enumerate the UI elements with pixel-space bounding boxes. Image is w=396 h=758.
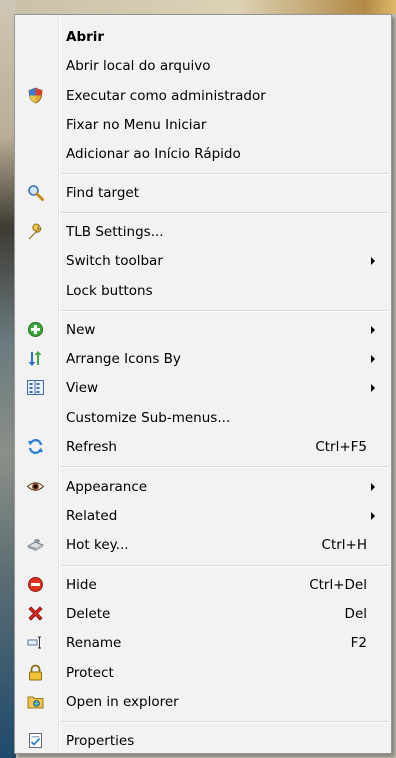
menu-item-label: Properties	[66, 732, 135, 749]
submenu-arrow-icon	[371, 355, 375, 363]
menu-item-shortcut: Ctrl+Del	[309, 576, 367, 593]
menu-item-appearance[interactable]: Appearance	[17, 472, 389, 501]
menu-item-tlb-settings[interactable]: TLB Settings...	[17, 217, 389, 246]
menu-item-label: Executar como administrador	[66, 87, 266, 104]
menu-item-new[interactable]: New	[17, 315, 389, 344]
submenu-arrow-icon	[371, 257, 375, 265]
hotkey-icon	[26, 536, 45, 553]
menu-item-label: Refresh	[66, 438, 117, 455]
menu-item-delete[interactable]: Delete Del	[17, 599, 389, 628]
menu-item-label: Lock buttons	[66, 282, 153, 299]
menu-item-find-target[interactable]: Find target	[17, 178, 389, 207]
properties-icon	[27, 732, 44, 749]
menu-item-adicionar-inicio-rapido[interactable]: Adicionar ao Início Rápido	[17, 139, 389, 168]
menu-item-label: Adicionar ao Início Rápido	[66, 145, 241, 162]
menu-item-lock-buttons[interactable]: Lock buttons	[17, 276, 389, 305]
menu-item-view[interactable]: View	[17, 373, 389, 402]
menu-item-label: View	[66, 379, 99, 396]
menu-item-label: New	[66, 321, 96, 338]
menu-item-hot-key[interactable]: Hot key... Ctrl+H	[17, 530, 389, 559]
menu-item-label: Hot key...	[66, 536, 129, 553]
view-grid-icon	[27, 379, 44, 396]
padlock-icon	[27, 664, 44, 681]
menu-item-label: Switch toolbar	[66, 252, 163, 269]
menu-item-arrange-icons-by[interactable]: Arrange Icons By	[17, 344, 389, 373]
menu-item-label: Abrir	[66, 28, 105, 45]
menu-item-label: Arrange Icons By	[66, 350, 181, 367]
shield-icon	[27, 87, 44, 104]
submenu-arrow-icon	[371, 384, 375, 392]
menu-item-label: Fixar no Menu Iniciar	[66, 116, 207, 133]
menu-item-label: Protect	[66, 664, 114, 681]
menu-item-rename[interactable]: Rename F2	[17, 628, 389, 657]
menu-item-label: Customize Sub-menus...	[66, 409, 231, 426]
red-x-icon	[27, 605, 44, 622]
menu-item-shortcut: Ctrl+F5	[315, 438, 367, 455]
menu-item-label: Related	[66, 507, 118, 524]
menu-separator	[61, 565, 389, 567]
wrench-icon	[27, 223, 44, 240]
menu-item-label: Find target	[66, 184, 139, 201]
menu-item-label: Hide	[66, 576, 97, 593]
magnifier-icon	[27, 184, 44, 201]
menu-item-protect[interactable]: Protect	[17, 658, 389, 687]
menu-item-abrir[interactable]: Abrir	[17, 22, 389, 51]
eye-icon	[26, 478, 45, 495]
submenu-arrow-icon	[371, 326, 375, 334]
menu-separator	[61, 721, 389, 723]
menu-separator	[61, 212, 389, 214]
menu-item-label: Appearance	[66, 478, 148, 495]
sort-arrows-icon	[27, 350, 44, 367]
rename-icon	[27, 634, 44, 651]
menu-item-hide[interactable]: Hide Ctrl+Del	[17, 570, 389, 599]
menu-item-label: Open in explorer	[66, 693, 179, 710]
menu-item-shortcut: F2	[350, 634, 367, 651]
green-plus-icon	[27, 321, 44, 338]
submenu-arrow-icon	[371, 512, 375, 520]
menu-item-label: Abrir local do arquivo	[66, 57, 211, 74]
menu-item-label: TLB Settings...	[66, 223, 164, 240]
menu-item-label: Rename	[66, 634, 122, 651]
menu-item-executar-como-administrador[interactable]: Executar como administrador	[17, 81, 389, 110]
menu-item-label: Delete	[66, 605, 111, 622]
folder-explorer-icon	[27, 693, 44, 710]
menu-item-related[interactable]: Related	[17, 501, 389, 530]
red-minus-icon	[27, 576, 44, 593]
menu-item-switch-toolbar[interactable]: Switch toolbar	[17, 246, 389, 275]
menu-item-fixar-menu-iniciar[interactable]: Fixar no Menu Iniciar	[17, 110, 389, 139]
menu-item-shortcut: Del	[344, 605, 367, 622]
refresh-icon	[27, 438, 44, 455]
menu-separator	[61, 173, 389, 175]
menu-item-refresh[interactable]: Refresh Ctrl+F5	[17, 432, 389, 461]
menu-item-open-in-explorer[interactable]: Open in explorer	[17, 687, 389, 716]
menu-item-properties[interactable]: Properties	[17, 726, 389, 755]
menu-item-abrir-local[interactable]: Abrir local do arquivo	[17, 51, 389, 80]
submenu-arrow-icon	[371, 483, 375, 491]
context-menu: Abrir Abrir local do arquivo Executar co…	[14, 14, 392, 754]
desktop-background-top	[0, 0, 396, 14]
menu-item-shortcut: Ctrl+H	[321, 536, 367, 553]
menu-separator	[61, 466, 389, 468]
menu-item-customize-sub-menus[interactable]: Customize Sub-menus...	[17, 403, 389, 432]
menu-separator	[61, 310, 389, 312]
